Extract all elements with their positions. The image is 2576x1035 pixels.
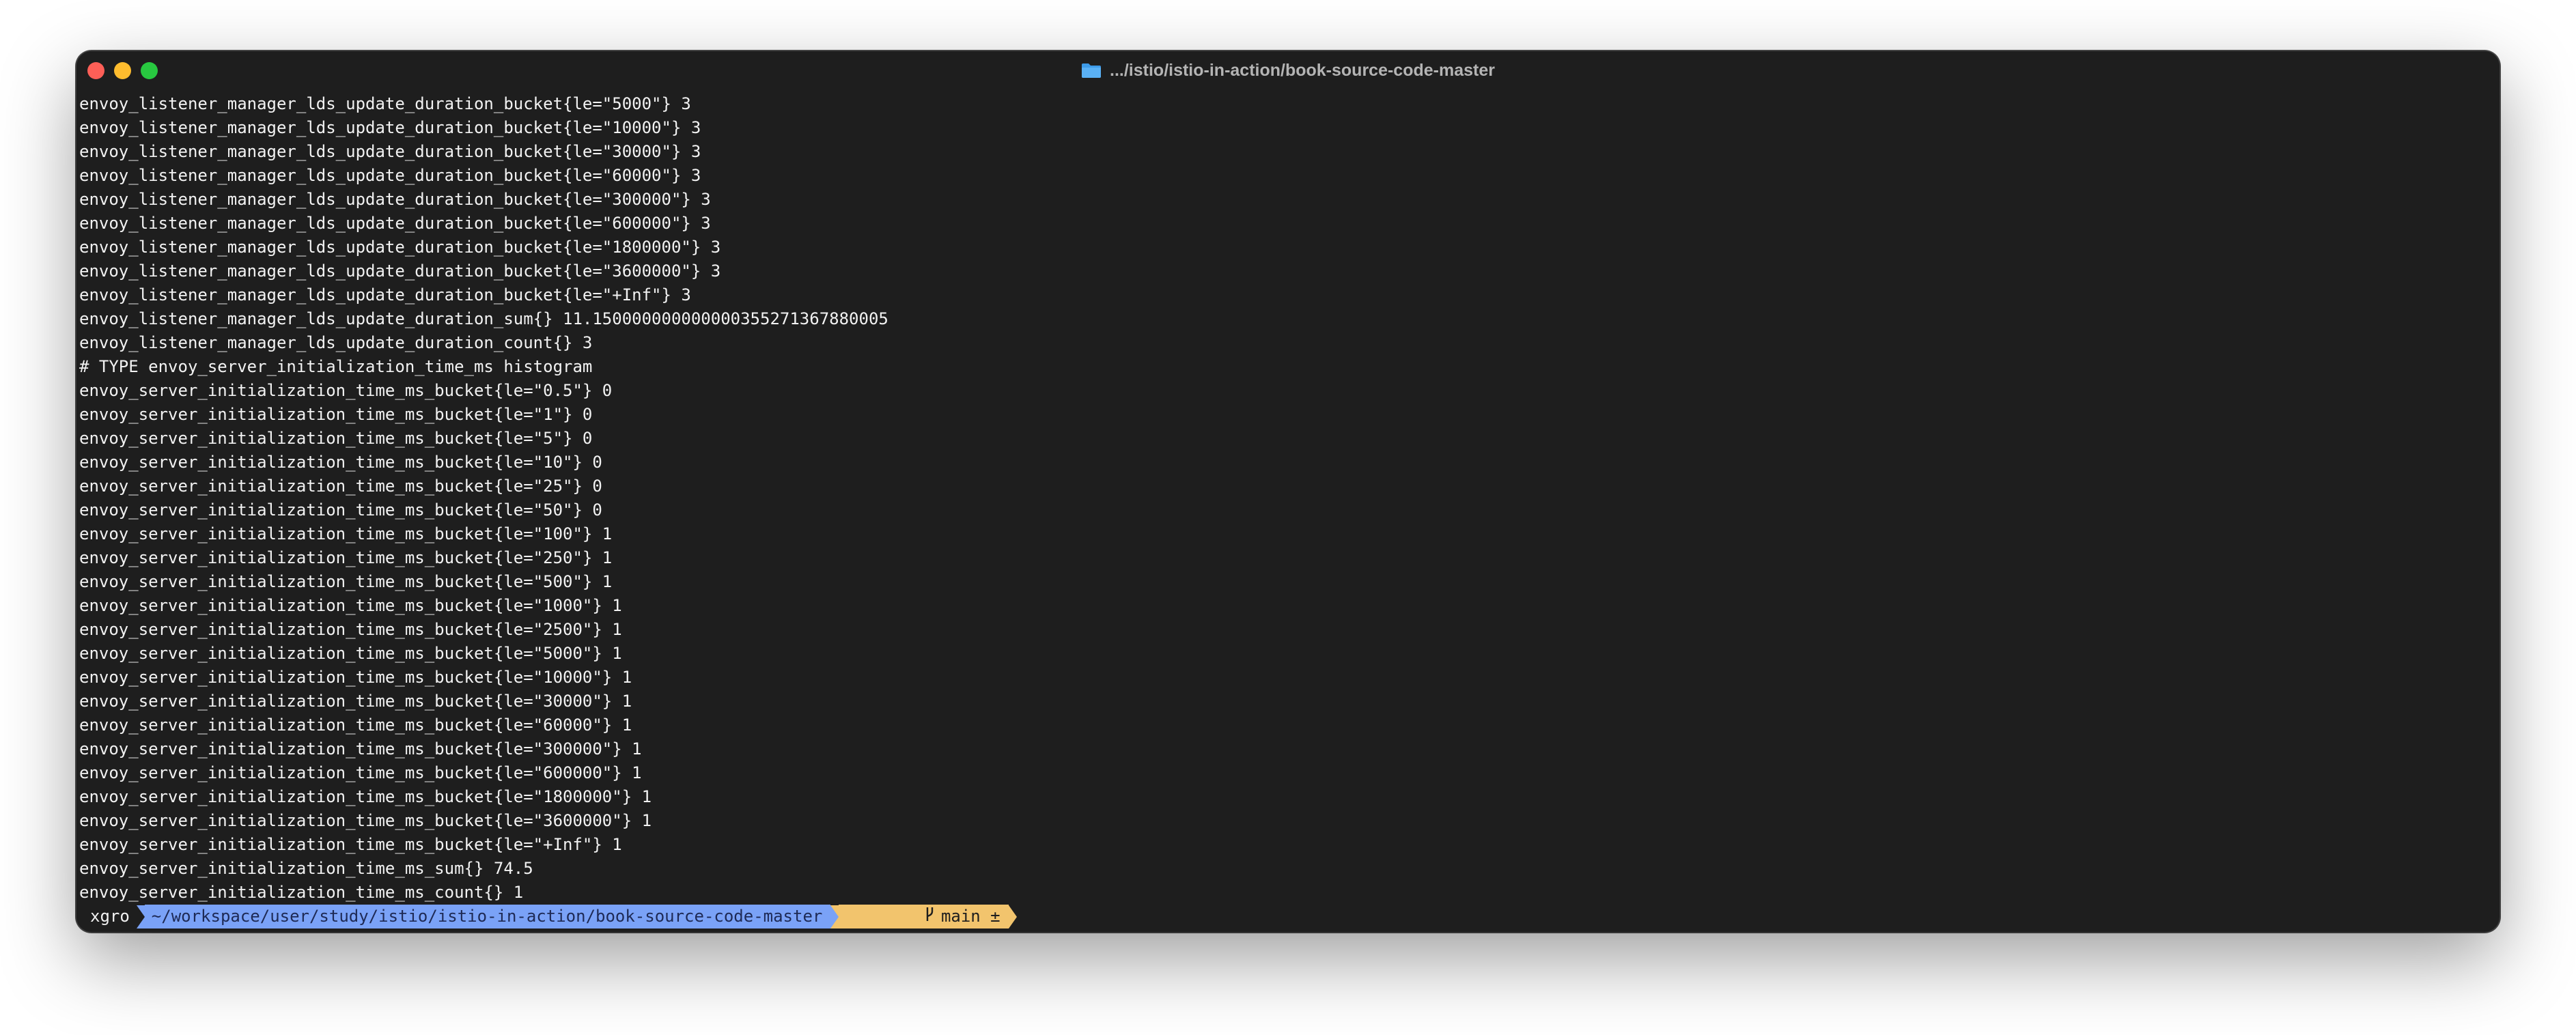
output-line: envoy_listener_manager_lds_update_durati…	[79, 238, 721, 257]
output-line: envoy_server_initialization_time_ms_buck…	[79, 572, 613, 591]
prompt-separator	[136, 905, 145, 928]
prompt-path: ~/workspace/user/study/istio/istio-in-ac…	[144, 905, 831, 928]
output-line: envoy_server_initialization_time_ms_buck…	[79, 668, 632, 687]
output-line: envoy_server_initialization_time_ms_buck…	[79, 620, 622, 639]
output-line: envoy_server_initialization_time_ms_buck…	[79, 787, 652, 806]
output-line: envoy_listener_manager_lds_update_durati…	[79, 214, 711, 233]
output-line: envoy_listener_manager_lds_update_durati…	[79, 166, 701, 185]
output-line: envoy_server_initialization_time_ms_buck…	[79, 596, 622, 615]
output-line: envoy_listener_manager_lds_update_durati…	[79, 142, 701, 161]
prompt-end	[1008, 905, 1017, 928]
output-line: envoy_server_initialization_time_ms_buck…	[79, 429, 593, 448]
terminal-output[interactable]: envoy_listener_manager_lds_update_durati…	[79, 92, 2500, 905]
git-branch-icon	[845, 881, 934, 932]
output-line: # TYPE envoy_server_initialization_time_…	[79, 357, 593, 376]
output-line: envoy_server_initialization_time_ms_buck…	[79, 453, 602, 472]
window-title-text: .../istio/istio-in-action/book-source-co…	[1110, 60, 1495, 80]
output-line: envoy_listener_manager_lds_update_durati…	[79, 190, 711, 209]
window-title: .../istio/istio-in-action/book-source-co…	[76, 51, 2500, 89]
folder-icon	[1081, 63, 1102, 79]
shell-prompt: xgro ~/workspace/user/study/istio/istio-…	[76, 905, 1017, 928]
output-line: envoy_listener_manager_lds_update_durati…	[79, 285, 691, 304]
prompt-user: xgro	[76, 905, 137, 928]
output-line: envoy_listener_manager_lds_update_durati…	[79, 309, 888, 328]
output-line: envoy_server_initialization_time_ms_buck…	[79, 381, 613, 400]
output-line: envoy_server_initialization_time_ms_buck…	[79, 477, 602, 496]
output-line: envoy_server_initialization_time_ms_buck…	[79, 811, 652, 830]
output-line: envoy_listener_manager_lds_update_durati…	[79, 333, 593, 352]
output-line: envoy_server_initialization_time_ms_buck…	[79, 692, 632, 711]
terminal-window[interactable]: .../istio/istio-in-action/book-source-co…	[76, 51, 2500, 932]
prompt-separator	[830, 905, 839, 928]
output-line: envoy_server_initialization_time_ms_buck…	[79, 715, 632, 735]
output-line: envoy_server_initialization_time_ms_buck…	[79, 405, 593, 424]
output-line: envoy_server_initialization_time_ms_buck…	[79, 644, 622, 663]
output-line: envoy_server_initialization_time_ms_buck…	[79, 739, 642, 758]
prompt-branch: main ±	[940, 907, 1000, 926]
output-line: envoy_server_initialization_time_ms_buck…	[79, 835, 622, 854]
output-line: envoy_server_initialization_time_ms_buck…	[79, 500, 602, 520]
title-bar[interactable]: .../istio/istio-in-action/book-source-co…	[76, 51, 2500, 89]
output-line: envoy_server_initialization_time_ms_buck…	[79, 548, 613, 567]
output-line: envoy_listener_manager_lds_update_durati…	[79, 94, 691, 113]
output-line: envoy_server_initialization_time_ms_buck…	[79, 524, 613, 543]
output-line: envoy_listener_manager_lds_update_durati…	[79, 118, 701, 137]
output-line: envoy_listener_manager_lds_update_durati…	[79, 261, 721, 281]
output-line: envoy_server_initialization_time_ms_buck…	[79, 763, 642, 782]
output-line: envoy_server_initialization_time_ms_sum{…	[79, 859, 533, 878]
output-line: envoy_server_initialization_time_ms_coun…	[79, 883, 524, 902]
prompt-git-status: main ±	[839, 905, 1009, 928]
